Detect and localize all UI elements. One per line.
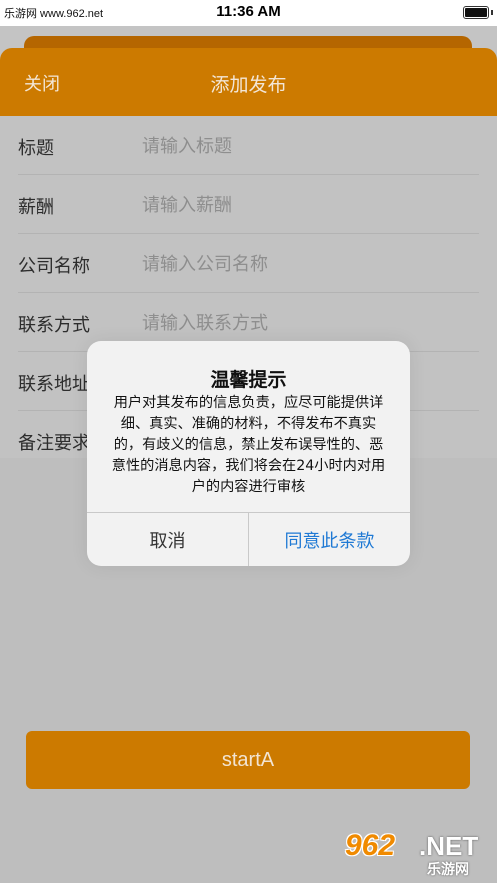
page-title: 添加发布 xyxy=(210,74,287,96)
dialog-message: 用户对其发布的信息负责，应尽可能提供详细、真实、准确的材料，不得发布不真实的，有… xyxy=(111,395,386,495)
field-label: 备注要求 xyxy=(18,433,90,454)
company-input[interactable] xyxy=(140,246,474,282)
status-time: 11:36 AM xyxy=(216,3,281,20)
title-input[interactable] xyxy=(140,128,474,164)
form-row-company: 公司名称 xyxy=(18,234,479,293)
field-label: 薪酬 xyxy=(18,197,54,218)
field-label: 联系方式 xyxy=(18,315,90,336)
field-label: 公司名称 xyxy=(18,256,90,277)
form-row-title: 标题 xyxy=(18,116,479,175)
form-row-salary: 薪酬 xyxy=(18,175,479,234)
field-label: 联系地址 xyxy=(18,374,90,395)
dialog-actions: 取消 同意此条款 xyxy=(87,512,410,566)
logo-suffix: .NET xyxy=(419,831,479,861)
dialog-title: 温馨提示 xyxy=(210,369,287,391)
terms-alert-dialog: 温馨提示 用户对其发布的信息负责，应尽可能提供详细、真实、准确的材料，不得发布不… xyxy=(87,341,410,566)
agree-terms-button[interactable]: 同意此条款 xyxy=(249,513,410,566)
cancel-button[interactable]: 取消 xyxy=(87,513,249,566)
battery-icon xyxy=(463,6,493,19)
salary-input[interactable] xyxy=(140,187,474,223)
contact-input[interactable] xyxy=(140,305,474,341)
nav-bar: 关闭 添加发布 xyxy=(0,48,497,116)
site-logo-watermark: 962 .NET 乐游网 xyxy=(345,829,491,878)
status-bar: 乐游网 www.962.net 11:36 AM xyxy=(0,0,497,26)
field-label: 标题 xyxy=(18,138,54,159)
logo-number: 962 xyxy=(345,829,396,862)
start-button[interactable]: startA xyxy=(26,731,470,789)
logo-cn-text: 乐游网 xyxy=(427,862,469,878)
